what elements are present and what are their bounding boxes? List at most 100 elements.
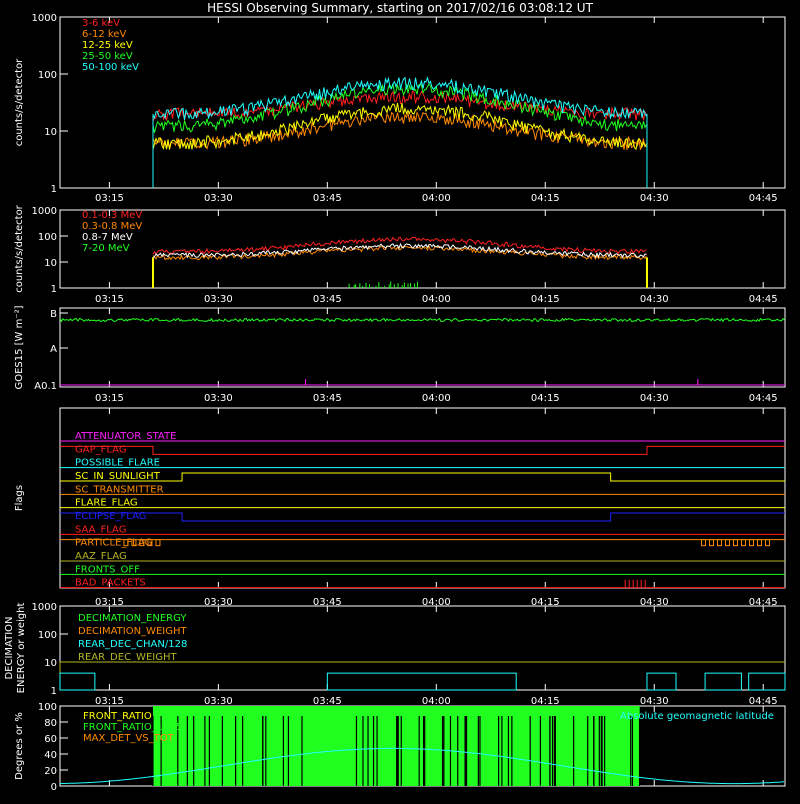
x-tick-label: 04:30 xyxy=(640,393,669,404)
rear-dec-box xyxy=(704,672,742,691)
particle-flag-pulse xyxy=(765,539,771,547)
legend-entry-low-4: 50-100 keV xyxy=(82,62,139,73)
x-tick-label: 03:45 xyxy=(313,193,342,204)
legend-entry-dec-1: DECIMATION_WEIGHT xyxy=(78,626,187,637)
flag-label-6: ECLIPSE_FLAG xyxy=(75,511,146,522)
x-tick-label: 03:15 xyxy=(95,193,124,204)
flag-line-1 xyxy=(60,445,785,455)
x-tick-label: 03:30 xyxy=(204,696,233,707)
rear-dec-box xyxy=(326,672,517,691)
x-tick-label: 04:00 xyxy=(422,193,451,204)
legend-entry-ratio-2: MAX_DET_VS_TOT xyxy=(83,733,175,744)
y-tick-label: 80 xyxy=(44,718,57,729)
y-tick-label: 1 xyxy=(51,686,57,697)
y-tick-label: B xyxy=(50,309,57,320)
legend-entry-dec-0: DECIMATION_ENERGY xyxy=(78,613,187,624)
particle-flag-pulse xyxy=(725,539,731,547)
legend-entry-low-2: 12-25 keV xyxy=(82,40,133,51)
x-tick-label: 04:45 xyxy=(749,193,778,204)
y-axis-label-high-energy: counts/s/detector xyxy=(14,204,25,292)
x-tick-label: 03:15 xyxy=(95,393,124,404)
flag-line-6 xyxy=(60,512,785,522)
y-tick-label: 1000 xyxy=(32,206,57,217)
legend-entry-ratio-0: FRONT_RATIO xyxy=(83,711,152,722)
panel-frame-2 xyxy=(59,209,786,289)
particle-flag-pulse xyxy=(733,539,739,547)
y-tick-label: 10 xyxy=(44,258,57,269)
x-tick-label: 04:15 xyxy=(531,294,560,305)
y-tick-label: A0.1 xyxy=(34,381,57,392)
goes-flux-line xyxy=(59,317,785,323)
rear-dec-box xyxy=(646,672,677,691)
flag-label-10: FRONTS_OFF xyxy=(75,564,140,575)
legend-entry-low-0: 3-6 keV xyxy=(82,18,120,29)
y-tick-label: 10 xyxy=(44,127,57,138)
y-tick-label: 1 xyxy=(51,184,57,195)
x-tick-label: 03:45 xyxy=(313,696,342,707)
y-tick-label: 100 xyxy=(38,232,57,243)
y-axis-label-decimation-1: DECIMATION xyxy=(4,616,15,679)
particle-flag-pulse xyxy=(757,539,763,547)
x-tick-label: 03:30 xyxy=(204,393,233,404)
legend-entry-ratio-1: FRONT_RATIO_1225 xyxy=(83,722,182,733)
legend-entry-low-1: 6-12 keV xyxy=(82,29,126,40)
rear-dec-box xyxy=(59,672,96,691)
x-tick-label: 03:45 xyxy=(313,393,342,404)
x-tick-label: 03:30 xyxy=(204,193,233,204)
y-tick-label: 1 xyxy=(51,284,57,295)
legend-entry-high-2: 0.8-7 MeV xyxy=(82,232,133,243)
x-tick-label: 04:00 xyxy=(422,294,451,305)
y-axis-label-flags: Flags xyxy=(14,485,25,511)
particle-flag-pulse xyxy=(749,539,755,547)
x-tick-label: 04:15 xyxy=(531,393,560,404)
y-tick-label: 1000 xyxy=(32,13,57,24)
legend-entry-low-3: 25-50 keV xyxy=(82,51,133,62)
summary-plot-svg: HESSI Observing Summary, starting on 201… xyxy=(4,1,786,793)
x-tick-label: 03:15 xyxy=(95,294,124,305)
flag-label-4: SC_TRANSMITTER xyxy=(75,484,164,495)
y-axis-label-decimation-2: ENERGY or weight xyxy=(16,603,27,694)
particle-flag-pulse xyxy=(741,539,747,547)
observing-summary-figure: HESSI Observing Summary, starting on 201… xyxy=(0,0,800,800)
particle-flag-pulse xyxy=(155,539,161,547)
flag-label-11: BAD_PACKETS xyxy=(75,578,146,589)
y-tick-label: 60 xyxy=(44,734,57,745)
y-tick-label: 40 xyxy=(44,750,57,761)
x-tick-label: 04:45 xyxy=(749,393,778,404)
flag-label-1: GAP_FLAG xyxy=(75,444,127,455)
x-tick-label: 04:45 xyxy=(749,696,778,707)
particle-flag-pulse xyxy=(709,539,715,547)
legend-entry-dec-2: REAR_DEC_CHAN/128 xyxy=(78,639,187,650)
y-tick-label: 0 xyxy=(51,782,57,793)
flag-label-5: FLARE_FLAG xyxy=(75,498,138,509)
legend-entry-high-3: 7-20 MeV xyxy=(82,243,130,254)
flag-label-9: AAZ_FLAG xyxy=(75,551,127,562)
x-tick-label: 04:45 xyxy=(749,294,778,305)
y-tick-label: 100 xyxy=(38,702,57,713)
y-tick-label: 100 xyxy=(38,70,57,81)
y-tick-label: 20 xyxy=(44,766,57,777)
figure-title: HESSI Observing Summary, starting on 201… xyxy=(207,1,593,15)
y-tick-label: 10 xyxy=(44,658,57,669)
y-axis-label-goes: GOES15 [W m⁻²] xyxy=(14,305,25,389)
flag-label-2: POSSIBLE_FLARE xyxy=(75,458,160,469)
flag-label-7: SAA_FLAG xyxy=(75,524,126,535)
legend-entry-dec-3: REAR_DEC_WEIGHT xyxy=(78,652,177,663)
x-tick-label: 04:30 xyxy=(640,193,669,204)
legend-entry-ratio-3: Absolute geomagnetic latitude xyxy=(620,711,774,722)
x-tick-label: 04:30 xyxy=(640,294,669,305)
y-axis-label-ratios: Degrees or % xyxy=(14,712,25,780)
flag-line-3 xyxy=(60,472,785,482)
x-tick-label: 03:45 xyxy=(313,294,342,305)
series-line-3 xyxy=(152,83,647,133)
x-tick-label: 03:15 xyxy=(95,696,124,707)
panel-frame-1 xyxy=(59,16,786,189)
x-tick-label: 04:00 xyxy=(422,696,451,707)
flag-label-0: ATTENUATOR_STATE xyxy=(75,431,176,442)
x-tick-label: 04:30 xyxy=(640,696,669,707)
rear-dec-box xyxy=(748,672,786,691)
y-tick-label: 1000 xyxy=(32,602,57,613)
legend-entry-high-1: 0.3-0.8 MeV xyxy=(82,221,142,232)
y-tick-label: 100 xyxy=(38,630,57,641)
x-tick-label: 04:00 xyxy=(422,393,451,404)
